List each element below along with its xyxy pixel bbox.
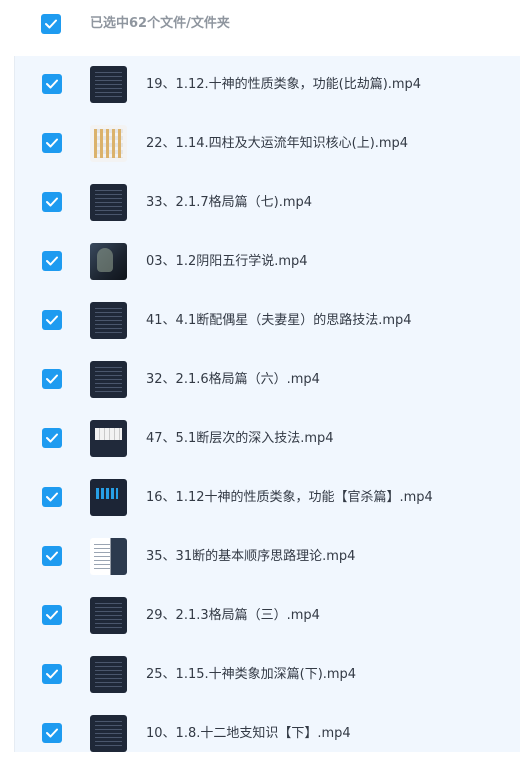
- file-checkbox[interactable]: [42, 192, 62, 212]
- file-list: 19、1.12.十神的性质类象，功能(比劫篇).mp4 22、1.14.四柱及大运…: [14, 56, 520, 752]
- video-thumbnail: [90, 184, 127, 221]
- select-all-checkbox[interactable]: [41, 14, 61, 34]
- video-thumbnail: [90, 538, 127, 575]
- video-thumbnail: [90, 715, 127, 752]
- file-checkbox[interactable]: [42, 428, 62, 448]
- file-name: 19、1.12.十神的性质类象，功能(比劫篇).mp4: [146, 77, 422, 92]
- file-row[interactable]: 33、2.1.7格局篇（七).mp4: [15, 174, 520, 233]
- file-row[interactable]: 47、5.1断层次的深入技法.mp4: [15, 410, 520, 469]
- file-row[interactable]: 03、1.2阴阳五行学说.mp4: [15, 233, 520, 292]
- video-thumbnail: [90, 656, 127, 693]
- checkmark-icon: [46, 492, 58, 502]
- file-row[interactable]: 29、2.1.3格局篇（三）.mp4: [15, 587, 520, 646]
- video-thumbnail: [90, 597, 127, 634]
- file-name: 47、5.1断层次的深入技法.mp4: [146, 431, 334, 446]
- video-thumbnail: [90, 243, 127, 280]
- file-checkbox[interactable]: [42, 251, 62, 271]
- file-name: 10、1.8.十二地支知识【下】.mp4: [146, 726, 351, 741]
- file-row[interactable]: 16、1.12十神的性质类象，功能【官杀篇】.mp4: [15, 469, 520, 528]
- video-thumbnail: [90, 125, 127, 162]
- checkmark-icon: [46, 315, 58, 325]
- file-row[interactable]: 22、1.14.四柱及大运流年知识核心(上).mp4: [15, 115, 520, 174]
- checkmark-icon: [46, 374, 58, 384]
- video-thumbnail: [90, 479, 127, 516]
- file-name: 16、1.12十神的性质类象，功能【官杀篇】.mp4: [146, 490, 433, 505]
- file-checkbox[interactable]: [42, 133, 62, 153]
- file-checkbox[interactable]: [42, 723, 62, 743]
- video-thumbnail: [90, 302, 127, 339]
- file-checkbox[interactable]: [42, 369, 62, 389]
- video-thumbnail: [90, 66, 127, 103]
- checkmark-icon: [46, 138, 58, 148]
- file-checkbox[interactable]: [42, 605, 62, 625]
- file-row[interactable]: 35、31断的基本顺序思路理论.mp4: [15, 528, 520, 587]
- file-checkbox[interactable]: [42, 487, 62, 507]
- file-checkbox[interactable]: [42, 310, 62, 330]
- file-name: 35、31断的基本顺序思路理论.mp4: [146, 549, 356, 564]
- checkmark-icon: [46, 79, 58, 89]
- file-row[interactable]: 19、1.12.十神的性质类象，功能(比劫篇).mp4: [15, 56, 520, 115]
- video-thumbnail: [90, 420, 127, 457]
- file-row[interactable]: 10、1.8.十二地支知识【下】.mp4: [15, 705, 520, 764]
- file-name: 29、2.1.3格局篇（三）.mp4: [146, 608, 320, 623]
- file-name: 25、1.15.十神类象加深篇(下).mp4: [146, 667, 357, 682]
- file-checkbox[interactable]: [42, 664, 62, 684]
- checkmark-icon: [46, 551, 58, 561]
- selection-header: 已选中62个文件/文件夹: [0, 0, 520, 50]
- file-checkbox[interactable]: [42, 74, 62, 94]
- file-row[interactable]: 25、1.15.十神类象加深篇(下).mp4: [15, 646, 520, 705]
- checkmark-icon: [46, 610, 58, 620]
- file-checkbox[interactable]: [42, 546, 62, 566]
- checkmark-icon: [45, 19, 57, 29]
- file-row[interactable]: 41、4.1断配偶星（夫妻星）的思路技法.mp4: [15, 292, 520, 351]
- selected-count-label: 已选中62个文件/文件夹: [90, 16, 230, 31]
- file-name: 22、1.14.四柱及大运流年知识核心(上).mp4: [146, 136, 409, 151]
- file-name: 03、1.2阴阳五行学说.mp4: [146, 254, 308, 269]
- checkmark-icon: [46, 669, 58, 679]
- file-name: 33、2.1.7格局篇（七).mp4: [146, 195, 313, 210]
- checkmark-icon: [46, 197, 58, 207]
- video-thumbnail: [90, 361, 127, 398]
- checkmark-icon: [46, 433, 58, 443]
- file-name: 41、4.1断配偶星（夫妻星）的思路技法.mp4: [146, 313, 412, 328]
- checkmark-icon: [46, 728, 58, 738]
- file-name: 32、2.1.6格局篇（六）.mp4: [146, 372, 320, 387]
- checkmark-icon: [46, 256, 58, 266]
- file-selection-page: 已选中62个文件/文件夹 19、1.12.十神的性质类象，功能(比劫篇).mp4…: [0, 0, 520, 752]
- file-row[interactable]: 32、2.1.6格局篇（六）.mp4: [15, 351, 520, 410]
